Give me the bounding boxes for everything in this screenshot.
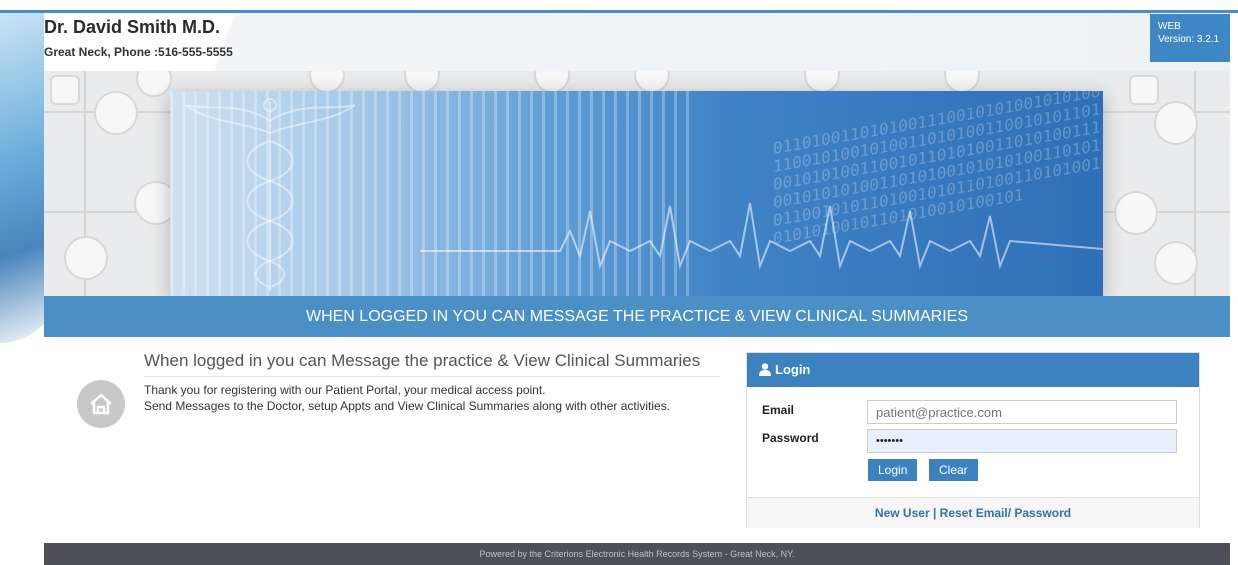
user-icon bbox=[759, 363, 771, 379]
doctor-location-phone: Great Neck, Phone :516-555-5555 bbox=[44, 45, 233, 59]
hero-banner: 0110100110101001110010101001010100110010… bbox=[170, 91, 1103, 296]
clipboard-icon bbox=[50, 75, 80, 105]
tooth-icon bbox=[804, 71, 840, 93]
tooth-icon bbox=[309, 71, 345, 93]
plus-icon bbox=[404, 71, 440, 93]
password-label: Password bbox=[762, 431, 819, 445]
clear-button[interactable]: Clear bbox=[929, 459, 978, 481]
caduceus-heartbeat-graphic bbox=[184, 98, 1103, 291]
link-separator: | bbox=[932, 506, 937, 520]
heartbeat-line bbox=[420, 202, 1103, 270]
page: Dr. David Smith M.D. Great Neck, Phone :… bbox=[0, 0, 1238, 565]
welcome-text: Thank you for registering with our Patie… bbox=[144, 382, 670, 414]
doctor-name: Dr. David Smith M.D. bbox=[44, 17, 221, 37]
clipboard-icon bbox=[1129, 75, 1159, 105]
login-heading: Login bbox=[775, 362, 811, 377]
plus-icon bbox=[136, 71, 172, 97]
caduceus-icon bbox=[184, 98, 356, 291]
tooth-icon bbox=[534, 71, 570, 93]
home-icon bbox=[77, 380, 125, 428]
doctor-avatar-icon bbox=[64, 236, 108, 280]
footer-bar: Powered by the Criterions Electronic Hea… bbox=[44, 543, 1230, 565]
plus-icon bbox=[634, 71, 670, 93]
version-number: Version: 3.2.1 bbox=[1158, 34, 1220, 45]
doctor-avatar-icon bbox=[1154, 241, 1198, 285]
welcome-divider bbox=[144, 376, 720, 377]
email-field[interactable] bbox=[867, 400, 1177, 424]
login-panel: Login Email Password ••••••• Login Clear… bbox=[746, 352, 1200, 528]
login-button[interactable]: Login bbox=[868, 459, 918, 481]
version-platform: WEB bbox=[1158, 21, 1181, 32]
flask-icon bbox=[1154, 101, 1198, 145]
flask-icon bbox=[94, 91, 138, 135]
login-footer-links: New User | Reset Email/ Password bbox=[747, 497, 1199, 528]
welcome-line: Thank you for registering with our Patie… bbox=[144, 383, 546, 397]
email-label: Email bbox=[762, 403, 795, 417]
tagline-bar: WHEN LOGGED IN YOU CAN MESSAGE THE PRACT… bbox=[44, 296, 1230, 337]
password-field[interactable]: ••••••• bbox=[867, 429, 1177, 453]
welcome-line: Send Messages to the Doctor, setup Appts… bbox=[144, 399, 671, 413]
stethoscope-icon bbox=[1114, 191, 1158, 235]
plus-icon bbox=[944, 71, 980, 93]
version-badge: WEB Version: 3.2.1 bbox=[1150, 14, 1230, 62]
new-user-link[interactable]: New User bbox=[875, 506, 930, 520]
login-header: Login bbox=[747, 353, 1199, 387]
reset-password-link[interactable]: Reset Email/ Password bbox=[940, 506, 1071, 520]
welcome-title: When logged in you can Message the pract… bbox=[144, 351, 701, 370]
